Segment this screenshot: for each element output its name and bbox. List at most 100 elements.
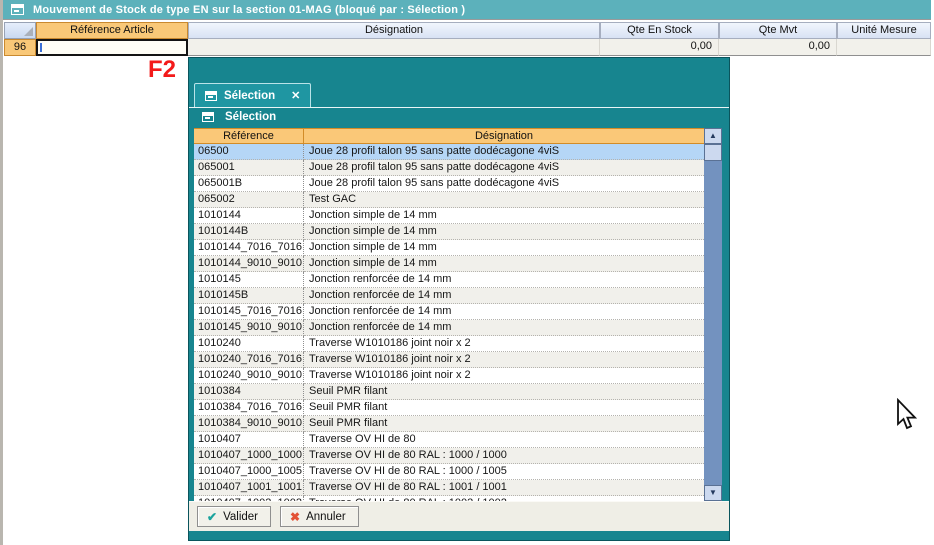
tab-selection[interactable]: Sélection ✕ — [194, 83, 311, 107]
window-icon — [11, 4, 24, 15]
row-designation: Traverse W1010186 joint noir x 2 — [304, 352, 704, 368]
cancel-button[interactable]: ✖ Annuler — [280, 506, 359, 527]
list-row[interactable]: 1010144_9010_9010Jonction simple de 14 m… — [194, 256, 704, 272]
tab-strip-divider — [189, 107, 729, 108]
row-reference: 1010240_9010_9010 — [194, 368, 304, 384]
row-reference: 06500 — [194, 144, 304, 160]
grid-header-unite-mesure: Unité Mesure — [837, 22, 931, 39]
list-row[interactable]: 06500Joue 28 profil talon 95 sans patte … — [194, 144, 704, 160]
row-designation: Seuil PMR filant — [304, 400, 704, 416]
list-row[interactable]: 1010240Traverse W1010186 joint noir x 2 — [194, 336, 704, 352]
row-reference: 1010407_1000_1005 — [194, 464, 304, 480]
list-row[interactable]: 1010384_9010_9010Seuil PMR filant — [194, 416, 704, 432]
list-row[interactable]: 1010145_7016_7016Jonction renforcée de 1… — [194, 304, 704, 320]
row-reference: 1010384 — [194, 384, 304, 400]
list-row[interactable]: 1010407_1000_1000Traverse OV HI de 80 RA… — [194, 448, 704, 464]
row-designation: Jonction renforcée de 14 mm — [304, 288, 704, 304]
row-designation: Seuil PMR filant — [304, 384, 704, 400]
row-designation: Jonction renforcée de 14 mm — [304, 272, 704, 288]
row-reference: 1010407_1000_1000 — [194, 448, 304, 464]
select-all-triangle-icon — [24, 27, 33, 36]
row-reference: 1010144 — [194, 208, 304, 224]
row-designation: Joue 28 profil talon 95 sans patte dodéc… — [304, 144, 704, 160]
list-row[interactable]: 1010384_7016_7016Seuil PMR filant — [194, 400, 704, 416]
list-row[interactable]: 065001Joue 28 profil talon 95 sans patte… — [194, 160, 704, 176]
row-designation: Test GAC — [304, 192, 704, 208]
list-row[interactable]: 1010145Jonction renforcée de 14 mm — [194, 272, 704, 288]
row-designation: Traverse W1010186 joint noir x 2 — [304, 368, 704, 384]
window-title: Mouvement de Stock de type EN sur la sec… — [33, 4, 465, 16]
selection-popup: Sélection ✕ Sélection Référence Désignat… — [188, 57, 730, 541]
row-designation: Seuil PMR filant — [304, 416, 704, 432]
row-reference: 1010144_7016_7016 — [194, 240, 304, 256]
title-divider — [3, 19, 931, 20]
row-reference: 1010407 — [194, 432, 304, 448]
tab-label: Sélection — [224, 90, 275, 102]
list-row[interactable]: 1010407Traverse OV HI de 80 — [194, 432, 704, 448]
list-row[interactable]: 1010145_9010_9010Jonction renforcée de 1… — [194, 320, 704, 336]
list-header-reference: Référence — [194, 128, 304, 144]
row-reference: 1010240_7016_7016 — [194, 352, 304, 368]
list-row[interactable]: 065002Test GAC — [194, 192, 704, 208]
list-row[interactable]: 1010407_1001_1001Traverse OV HI de 80 RA… — [194, 480, 704, 496]
list-rows: 06500Joue 28 profil talon 95 sans patte … — [194, 144, 704, 501]
tab-window-icon — [205, 91, 217, 101]
select-all-corner[interactable] — [4, 22, 36, 39]
row-designation: Jonction renforcée de 14 mm — [304, 304, 704, 320]
scroll-down-icon[interactable]: ▼ — [704, 485, 722, 501]
cross-icon: ✖ — [290, 510, 300, 524]
grid-header-qte-mvt: Qte Mvt — [719, 22, 837, 39]
reference-article-input[interactable] — [36, 39, 188, 56]
list-row[interactable]: 1010407_1000_1005Traverse OV HI de 80 RA… — [194, 464, 704, 480]
check-icon: ✔ — [207, 510, 217, 524]
row-reference: 1010144B — [194, 224, 304, 240]
app-window: Mouvement de Stock de type EN sur la sec… — [0, 0, 934, 545]
mouse-cursor-icon — [893, 398, 917, 432]
vertical-scrollbar[interactable]: ▲ ▼ — [704, 128, 722, 501]
scrollbar-thumb[interactable] — [704, 144, 722, 161]
list-row[interactable]: 1010144Jonction simple de 14 mm — [194, 208, 704, 224]
f2-shortcut-hint: F2 — [148, 56, 176, 84]
row-designation: Jonction simple de 14 mm — [304, 208, 704, 224]
qte-en-stock-cell[interactable]: 0,00 — [600, 39, 719, 56]
row-designation: Jonction simple de 14 mm — [304, 256, 704, 272]
row-designation: Traverse OV HI de 80 RAL : 1000 / 1000 — [304, 448, 704, 464]
row-designation: Traverse OV HI de 80 RAL : 1000 / 1005 — [304, 464, 704, 480]
row-reference: 1010145_9010_9010 — [194, 320, 304, 336]
grid-header-reference-article: Référence Article — [36, 22, 188, 39]
row-designation: Traverse OV HI de 80 — [304, 432, 704, 448]
cancel-button-label: Annuler — [306, 511, 346, 523]
designation-cell[interactable] — [188, 39, 600, 56]
row-reference: 1010384_7016_7016 — [194, 400, 304, 416]
row-designation: Jonction simple de 14 mm — [304, 224, 704, 240]
popup-section-header: Sélection — [202, 111, 276, 123]
list-row[interactable]: 1010145BJonction renforcée de 14 mm — [194, 288, 704, 304]
grid-header-designation: Désignation — [188, 22, 600, 39]
grid-header-qte-en-stock: Qte En Stock — [600, 22, 719, 39]
title-bar: Mouvement de Stock de type EN sur la sec… — [3, 0, 931, 19]
scroll-up-icon[interactable]: ▲ — [704, 128, 722, 144]
row-designation: Jonction simple de 14 mm — [304, 240, 704, 256]
row-reference: 1010144_9010_9010 — [194, 256, 304, 272]
validate-button[interactable]: ✔ Valider — [197, 506, 271, 527]
validate-button-label: Valider — [223, 511, 258, 523]
row-reference: 065001 — [194, 160, 304, 176]
article-list: Référence Désignation 06500Joue 28 profi… — [194, 128, 722, 501]
popup-section-label: Sélection — [225, 111, 276, 123]
list-row[interactable]: 1010144BJonction simple de 14 mm — [194, 224, 704, 240]
list-row[interactable]: 065001BJoue 28 profil talon 95 sans patt… — [194, 176, 704, 192]
unite-mesure-cell[interactable] — [837, 39, 931, 56]
list-header-designation: Désignation — [304, 128, 704, 144]
close-icon[interactable]: ✕ — [291, 89, 300, 102]
list-row[interactable]: 1010144_7016_7016Jonction simple de 14 m… — [194, 240, 704, 256]
row-reference: 1010384_9010_9010 — [194, 416, 304, 432]
list-header: Référence Désignation — [194, 128, 704, 144]
window-left-edge — [0, 0, 3, 545]
list-row[interactable]: 1010240_7016_7016Traverse W1010186 joint… — [194, 352, 704, 368]
qte-mvt-cell[interactable]: 0,00 — [719, 39, 837, 56]
popup-button-bar: ✔ Valider ✖ Annuler — [189, 501, 729, 531]
list-row[interactable]: 1010384Seuil PMR filant — [194, 384, 704, 400]
row-designation: Joue 28 profil talon 95 sans patte dodéc… — [304, 160, 704, 176]
row-reference: 1010145 — [194, 272, 304, 288]
list-row[interactable]: 1010240_9010_9010Traverse W1010186 joint… — [194, 368, 704, 384]
